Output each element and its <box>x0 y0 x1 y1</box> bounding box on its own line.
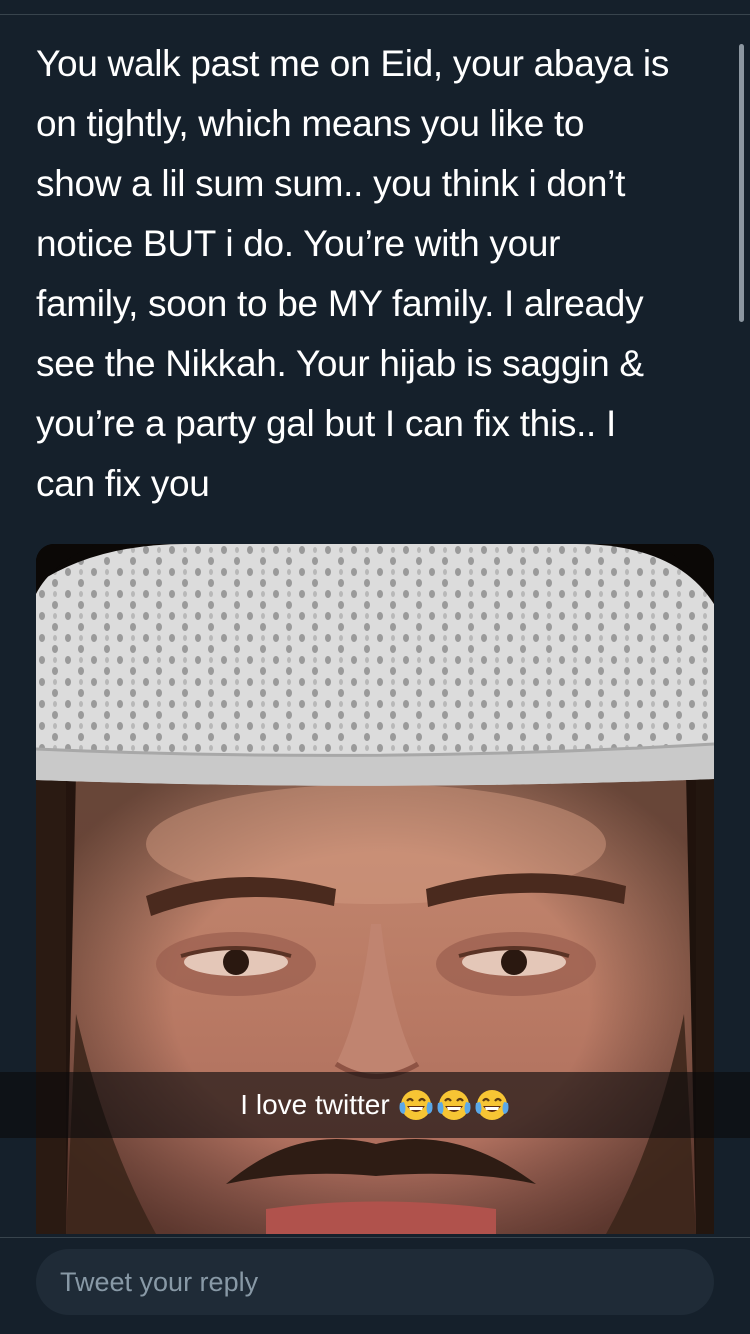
tweet-text-line: on tightly, which means you like to <box>36 103 585 144</box>
tweet-text-line: show a lil sum sum.. you think i don’t <box>36 163 626 204</box>
tweet-text: You walk past me on Eid, your abaya is o… <box>36 34 716 514</box>
tweet-text-line: see the Nikkah. Your hijab is saggin & <box>36 343 644 384</box>
scrollbar-thumb[interactable] <box>739 44 744 322</box>
tweet-text-line: family, soon to be MY family. I already <box>36 283 644 324</box>
reply-bar[interactable] <box>36 1249 714 1315</box>
reply-input[interactable] <box>36 1249 714 1315</box>
top-divider <box>0 14 750 15</box>
snapchat-caption-text: I love twitter <box>240 1089 390 1120</box>
tears-of-joy-emoji-icon <box>399 1090 433 1120</box>
emoji-row <box>396 1087 510 1123</box>
reply-divider <box>0 1237 750 1238</box>
tweet-text-line: notice BUT i do. You’re with your <box>36 223 561 264</box>
tweet-text-line: You walk past me on Eid, your abaya is <box>36 43 670 84</box>
tears-of-joy-emoji-icon <box>437 1090 471 1120</box>
tweet-text-line: can fix you <box>36 463 210 504</box>
snapchat-caption-bar: I love twitter <box>0 1072 750 1138</box>
tweet-text-line: you’re a party gal but I can fix this.. … <box>36 403 616 444</box>
tears-of-joy-emoji-icon <box>475 1090 509 1120</box>
